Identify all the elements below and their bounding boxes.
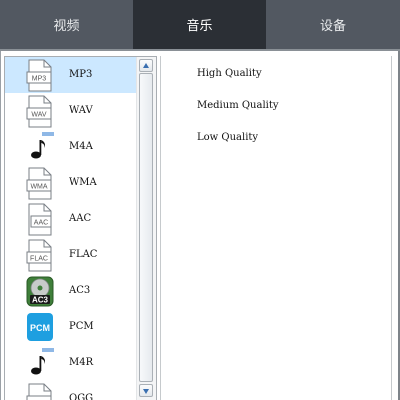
- quality-option-medium[interactable]: Medium Quality: [197, 99, 279, 113]
- format-item-flac[interactable]: FLAC FLAC: [5, 237, 136, 273]
- format-label: AC3: [69, 285, 91, 296]
- aac-file-icon: AAC: [28, 203, 52, 236]
- mp3-file-icon: MP3: [26, 59, 52, 92]
- file-badge-text: PCM: [30, 323, 50, 333]
- wma-file-icon: WMA: [26, 167, 52, 200]
- file-badge-text: WMA: [30, 184, 47, 191]
- wav-file-icon: WAV: [26, 95, 52, 128]
- format-item-m4a[interactable]: M4A: [5, 129, 136, 165]
- ogg-file-icon: [26, 383, 52, 400]
- format-label: M4R: [69, 357, 94, 368]
- m4a-music-note-icon: [29, 132, 54, 163]
- flac-file-icon: FLAC: [26, 239, 52, 272]
- format-label: FLAC: [69, 249, 98, 260]
- format-label: AAC: [69, 213, 92, 224]
- format-item-m4r[interactable]: M4R: [5, 345, 136, 381]
- format-item-wav[interactable]: WAV WAV: [5, 93, 136, 129]
- format-label: WMA: [69, 177, 97, 188]
- file-badge-text: AAC: [34, 220, 48, 227]
- quality-option-low[interactable]: Low Quality: [197, 131, 258, 145]
- format-list: MP3 MP3 WAV WAV M4A WMA WMA AAC AAC FLAC…: [5, 57, 136, 400]
- file-badge-text: FLAC: [30, 256, 48, 263]
- quality-panel-border: [391, 56, 392, 400]
- format-item-mp3[interactable]: MP3 MP3: [5, 57, 136, 93]
- file-badge-text: WAV: [31, 112, 46, 119]
- tab-music[interactable]: 音乐: [133, 0, 266, 49]
- tab-video[interactable]: 视频: [0, 0, 133, 49]
- format-list-scrollbar[interactable]: [136, 57, 156, 400]
- format-item-aac[interactable]: AAC AAC: [5, 201, 136, 237]
- quality-panel: High Quality Medium Quality Low Quality: [161, 56, 391, 400]
- scroll-down-arrow-icon[interactable]: [139, 384, 153, 397]
- format-label: WAV: [69, 105, 93, 116]
- pcm-badge-icon: PCM: [27, 313, 53, 341]
- format-label: PCM: [69, 321, 94, 332]
- format-label: M4A: [69, 141, 93, 152]
- file-badge-text: AC3: [32, 296, 49, 305]
- format-label: MP3: [69, 69, 93, 80]
- format-item-ac3[interactable]: AC3 AC3: [5, 273, 136, 309]
- ac3-disc-icon: AC3: [26, 276, 54, 307]
- scroll-up-arrow-icon[interactable]: [139, 59, 153, 72]
- format-item-ogg[interactable]: OGG: [5, 381, 136, 400]
- scrollbar-thumb[interactable]: [139, 73, 153, 382]
- format-category-tabs: 视频 音乐 设备: [0, 0, 400, 49]
- format-label: OGG: [69, 393, 94, 400]
- m4r-music-note-icon: [29, 348, 54, 379]
- tab-devices[interactable]: 设备: [266, 0, 400, 49]
- format-item-wma[interactable]: WMA WMA: [5, 165, 136, 201]
- file-badge-text: MP3: [32, 76, 47, 83]
- format-item-pcm[interactable]: PCM PCM: [5, 309, 136, 345]
- quality-option-high[interactable]: High Quality: [197, 67, 262, 81]
- format-list-panel: MP3 MP3 WAV WAV M4A WMA WMA AAC AAC FLAC…: [4, 56, 157, 400]
- frame-left-border: [0, 51, 1, 400]
